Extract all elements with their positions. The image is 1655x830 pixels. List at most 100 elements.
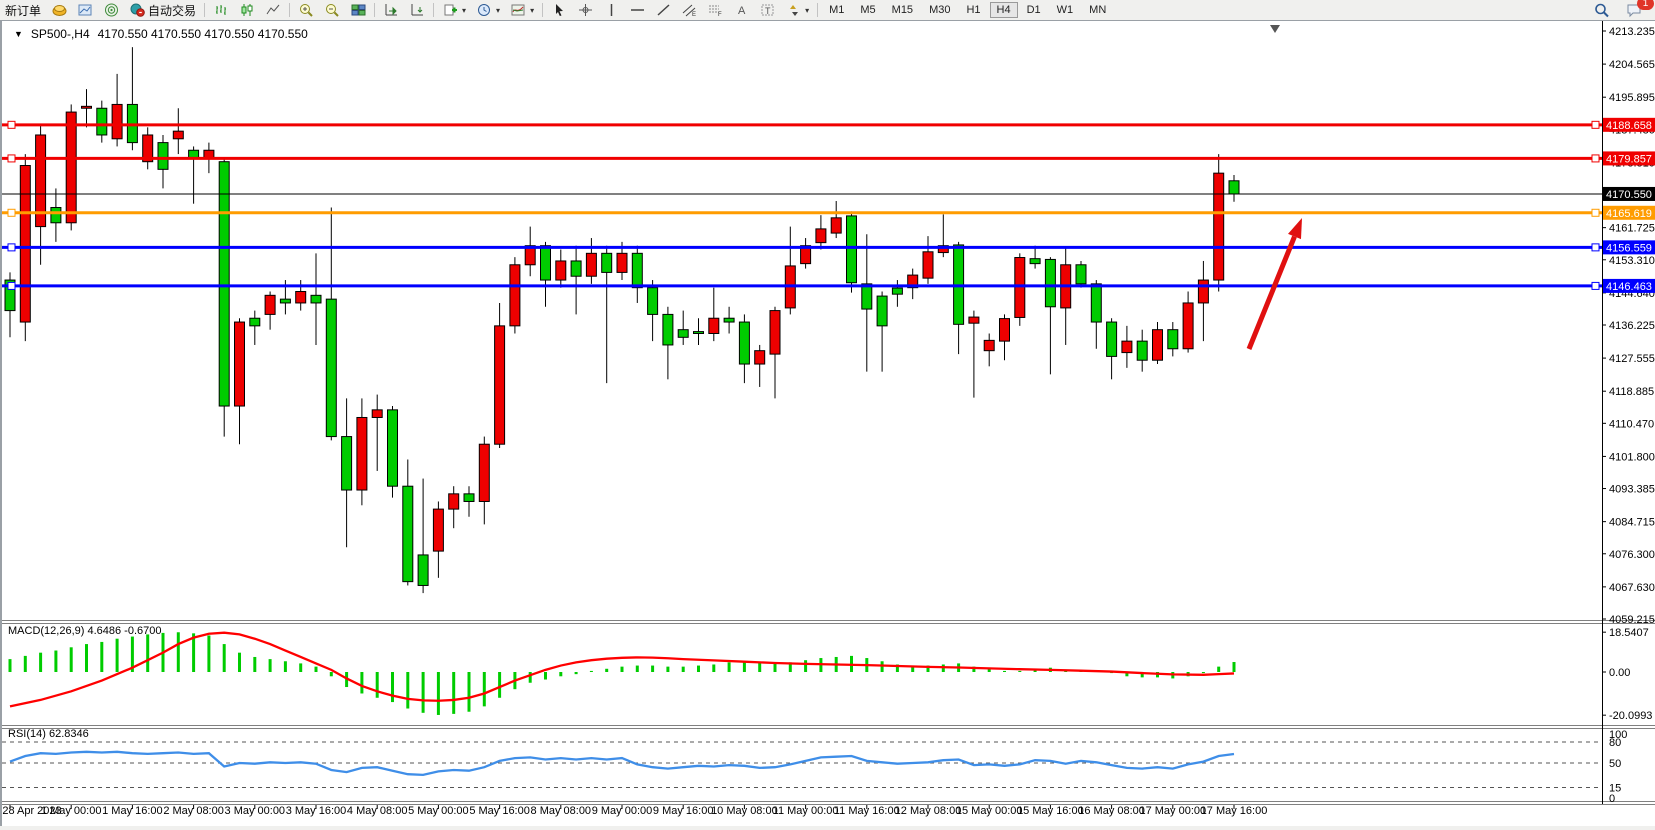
candle-body: [663, 314, 673, 345]
hline-anchor[interactable]: [1592, 282, 1599, 289]
candle-body: [418, 555, 428, 586]
date-label: 4 May 08:00: [347, 805, 408, 817]
candle-body: [403, 486, 413, 581]
signal-icon: [103, 3, 119, 18]
date-label: 15 May 16:00: [1017, 805, 1084, 817]
zoom-out-button[interactable]: [319, 1, 345, 19]
period-button[interactable]: ▾: [471, 1, 505, 19]
candle-body: [556, 261, 566, 280]
text-tool-button[interactable]: A: [728, 1, 754, 19]
candle-body: [770, 311, 780, 355]
candle-body: [923, 252, 933, 278]
candle-body: [433, 509, 443, 551]
gold-button[interactable]: [46, 1, 72, 19]
timeframe-h4[interactable]: H4: [990, 2, 1018, 18]
hline-anchor[interactable]: [1592, 244, 1599, 251]
candle-body: [510, 265, 520, 326]
candle-body: [724, 318, 734, 322]
candle-body: [357, 417, 367, 490]
candle-body: [816, 229, 826, 243]
chart-shift-button[interactable]: [378, 1, 404, 19]
cursor-tool-button[interactable]: [546, 1, 572, 19]
hline-anchor[interactable]: [8, 244, 15, 251]
candle-body: [709, 318, 719, 333]
indicators-button[interactable]: ▾: [505, 1, 539, 19]
candle-body: [678, 330, 688, 338]
hline-anchor[interactable]: [8, 155, 15, 162]
candle-body: [1107, 322, 1117, 356]
candle-body: [342, 437, 352, 490]
timeframe-mn[interactable]: MN: [1082, 2, 1113, 18]
candle-body: [694, 332, 704, 334]
macd-name: MACD(12,26,9): [8, 625, 84, 637]
new-chart-button[interactable]: ▾: [437, 1, 471, 19]
zoom-in-button[interactable]: [293, 1, 319, 19]
auto-trading-button[interactable]: 自动交易: [124, 1, 201, 19]
channel-tool-button[interactable]: E: [676, 1, 702, 19]
candlestick-button[interactable]: [234, 1, 260, 19]
timeframe-m30[interactable]: M30: [922, 2, 957, 18]
price-tick-label: 4195.895: [1609, 92, 1655, 104]
timeframe-m1[interactable]: M1: [822, 2, 851, 18]
price-badge-label: 4188.658: [1606, 120, 1652, 132]
price-tick-label: 4213.235: [1609, 26, 1655, 38]
candle-body: [219, 162, 229, 406]
bar-chart-button[interactable]: [208, 1, 234, 19]
date-label: 8 May 08:00: [531, 805, 592, 817]
line-chart-button[interactable]: [260, 1, 286, 19]
channel-icon: E: [681, 3, 697, 18]
timeframe-m5[interactable]: M5: [853, 2, 882, 18]
candle-body: [632, 253, 642, 287]
horizontal-line-tool-button[interactable]: [624, 1, 650, 19]
hline-anchor[interactable]: [1592, 121, 1599, 128]
chart-canvas[interactable]: 4213.2354204.5654195.8954187.4804178.810…: [2, 21, 1655, 825]
vertical-line-tool-button[interactable]: [598, 1, 624, 19]
timeframe-h1[interactable]: H1: [959, 2, 987, 18]
timeframe-m15[interactable]: M15: [885, 2, 920, 18]
arrows-tool-button[interactable]: ▾: [780, 1, 814, 19]
toolbar-separator: [817, 3, 818, 17]
chart-autoscroll-icon: [409, 3, 425, 18]
candle-body: [892, 288, 902, 294]
tile-windows-button[interactable]: [345, 1, 371, 19]
date-label: 1 May 16:00: [102, 805, 163, 817]
candle-body: [296, 291, 306, 302]
search-button[interactable]: [1589, 1, 1615, 19]
candle-body: [495, 326, 505, 444]
rsi-scale-label: 50: [1609, 758, 1621, 770]
fibonacci-icon: F: [707, 3, 723, 18]
hline-anchor[interactable]: [1592, 209, 1599, 216]
candle-body: [1153, 330, 1163, 361]
timeframe-d1[interactable]: D1: [1020, 2, 1048, 18]
chart-window[interactable]: 4213.2354204.5654195.8954187.4804178.810…: [0, 20, 1655, 826]
notification-badge: 1: [1637, 0, 1654, 10]
new-order-button[interactable]: 新订单: [0, 1, 46, 19]
trendline-tool-button[interactable]: [650, 1, 676, 19]
price-tick-label: 4059.215: [1609, 614, 1655, 626]
text-label-tool-button[interactable]: T: [754, 1, 780, 19]
candle-body: [617, 253, 627, 272]
candlestick-icon: [239, 3, 255, 18]
history-chart-button[interactable]: [72, 1, 98, 19]
hline-anchor[interactable]: [8, 282, 15, 289]
hline-anchor[interactable]: [8, 209, 15, 216]
chart-autoscroll-button[interactable]: [404, 1, 430, 19]
candle-body: [984, 340, 994, 350]
price-badge-label: 4179.857: [1606, 153, 1652, 165]
chat-button[interactable]: 1: [1621, 1, 1647, 19]
price-badge-label: 4156.559: [1606, 242, 1652, 254]
timeframe-w1[interactable]: W1: [1050, 2, 1081, 18]
hline-anchor[interactable]: [8, 121, 15, 128]
candle-body: [1214, 173, 1224, 280]
candle-body: [1000, 319, 1010, 342]
signal-button[interactable]: [98, 1, 124, 19]
symbol-dropdown-icon[interactable]: ▼: [14, 29, 23, 39]
date-label: 15 May 00:00: [956, 805, 1023, 817]
candle-body: [847, 216, 857, 283]
fibonacci-tool-button[interactable]: F: [702, 1, 728, 19]
chevron-down-icon: ▾: [496, 6, 500, 15]
toolbar-separator: [433, 3, 434, 17]
hline-anchor[interactable]: [1592, 155, 1599, 162]
svg-text:T: T: [765, 6, 771, 16]
crosshair-tool-button[interactable]: [572, 1, 598, 19]
